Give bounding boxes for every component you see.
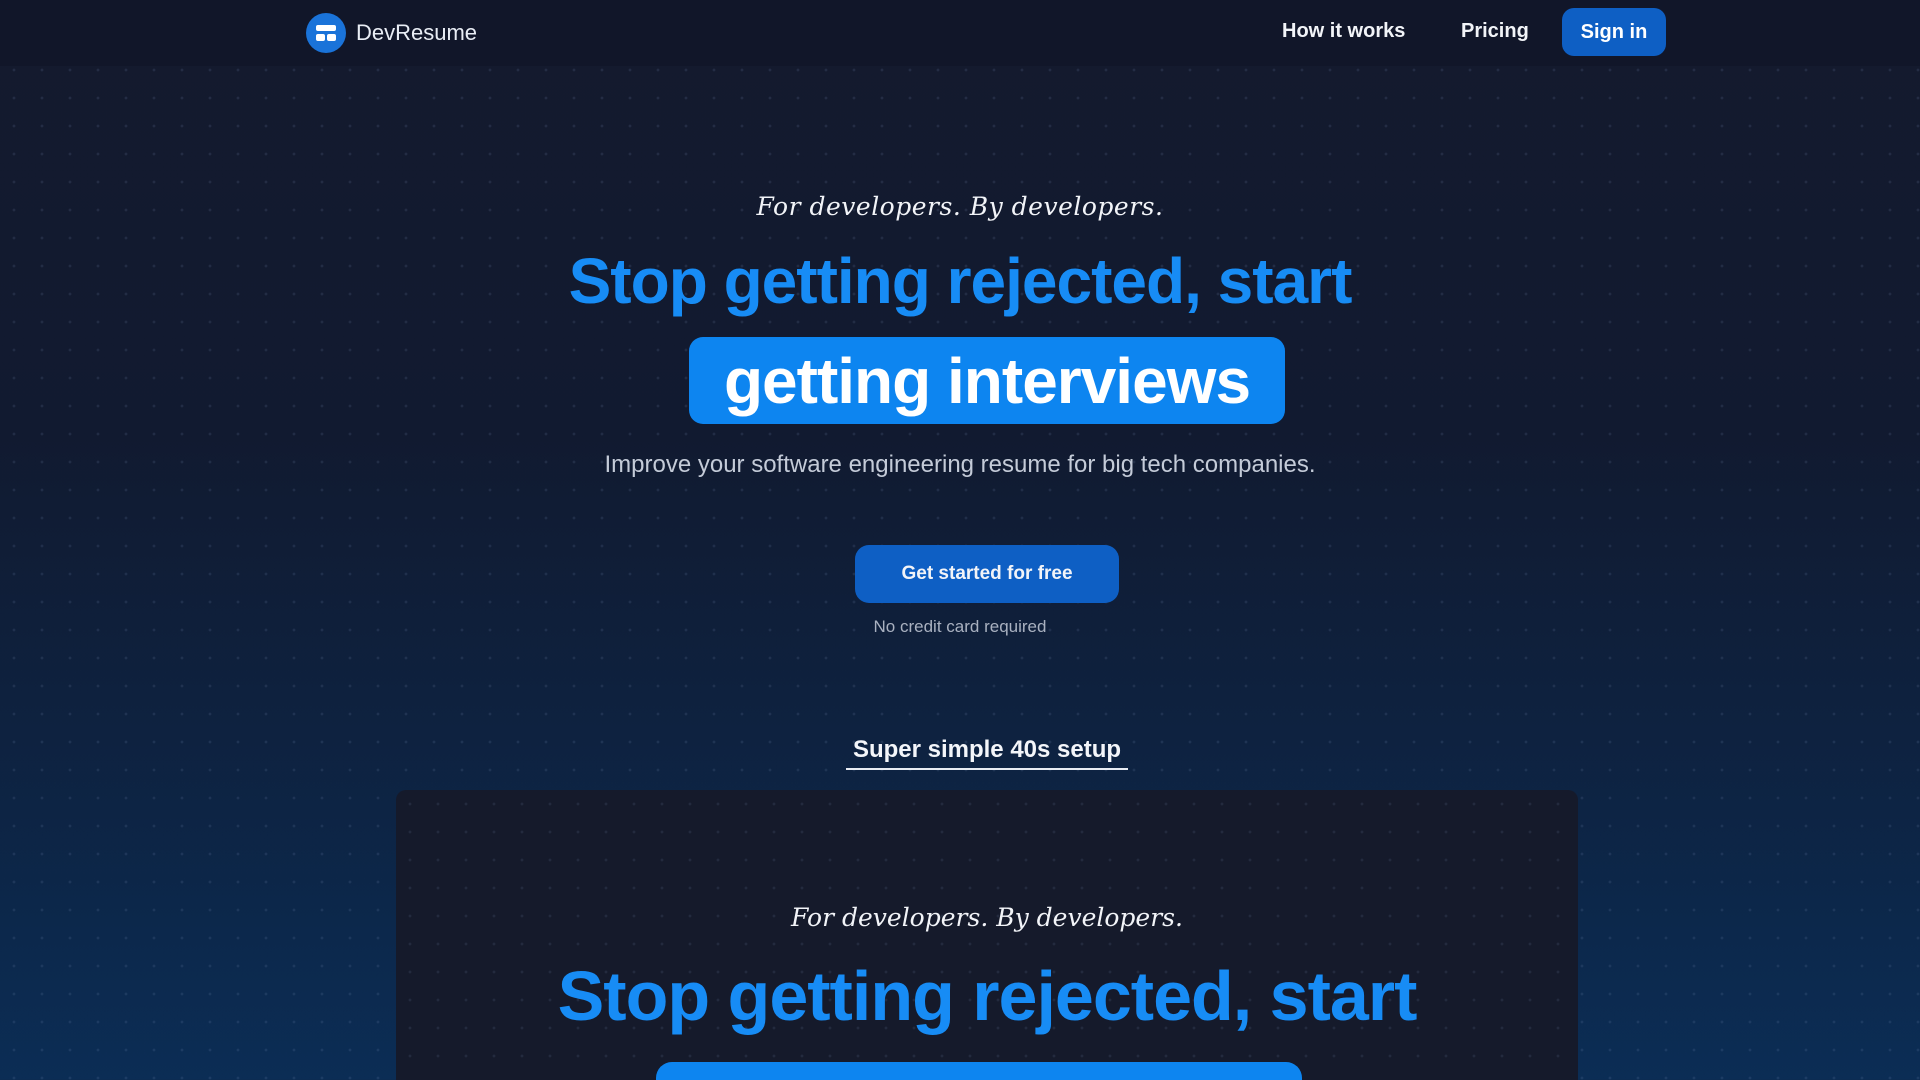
setup-video-preview[interactable]: For developers. By developers. Stop gett… — [396, 790, 1578, 1080]
nav-pricing-link[interactable]: Pricing — [1461, 20, 1529, 43]
top-navbar: DevResume How it works Pricing Sign in — [0, 0, 1920, 66]
hero-headline-line2: getting interviews — [723, 344, 1251, 417]
hero-headline-highlight: getting interviews — [689, 337, 1285, 424]
preview-headline-highlight — [656, 1062, 1302, 1080]
preview-tagline: For developers. By developers. — [791, 903, 1183, 932]
get-started-button[interactable]: Get started for free — [855, 545, 1119, 603]
setup-video-heading[interactable]: Super simple 40s setup — [846, 736, 1128, 770]
hero-headline-line1: Stop getting rejected, start — [568, 245, 1353, 317]
brand-name: DevResume — [356, 20, 478, 45]
document-icon — [306, 13, 346, 53]
hero-tagline: For developers. By developers. — [756, 192, 1164, 221]
nav-how-it-works-link[interactable]: How it works — [1282, 20, 1405, 43]
hero-subtitle: Improve your software engineering resume… — [604, 451, 1316, 478]
brand-home-link[interactable]: DevResume — [306, 12, 477, 54]
sign-in-button[interactable]: Sign in — [1562, 8, 1666, 56]
preview-headline-line1: Stop getting rejected, start — [557, 957, 1418, 1035]
cta-note: No credit card required — [873, 617, 1047, 636]
